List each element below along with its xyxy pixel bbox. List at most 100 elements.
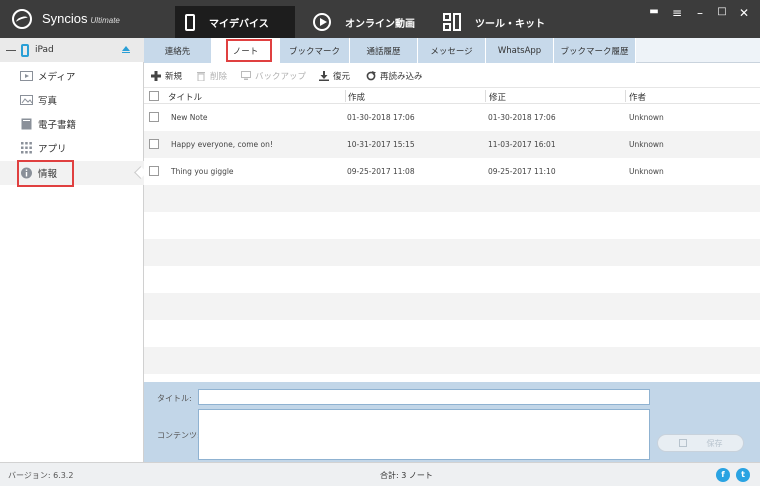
nav-tab-label: オンライン動画 <box>345 18 415 30</box>
empty-row <box>144 266 760 293</box>
note-author: Unknown <box>629 140 664 149</box>
tab-bookmark-history[interactable]: ブックマーク履歴 <box>554 38 636 63</box>
row-checkbox[interactable] <box>149 112 159 122</box>
toolbar: 新規 削除 バックアップ 復元 再読み込み <box>144 64 760 88</box>
sidebar-item-label: アプリ <box>38 144 67 155</box>
sidebar-item-label: 写真 <box>38 96 58 107</box>
sidebar-item-ebook[interactable]: 電子書籍 <box>0 112 144 136</box>
tab-contacts[interactable]: 連絡先 <box>144 38 212 63</box>
tab-label: メッセージ <box>430 46 473 57</box>
facebook-icon[interactable]: f <box>716 468 730 482</box>
reload-button[interactable]: 再読み込み <box>366 69 423 83</box>
message-icon[interactable]: ▬ <box>646 6 662 17</box>
tab-bookmarks[interactable]: ブックマーク <box>280 38 350 63</box>
table-header: タイトル 作成 修正 作者 <box>144 88 760 104</box>
twitter-icon[interactable]: t <box>736 468 750 482</box>
empty-row <box>144 185 760 212</box>
note-modified: 09-25-2017 11:10 <box>488 167 556 176</box>
highlight-box <box>17 160 74 187</box>
device-row[interactable]: iPad <box>0 38 144 62</box>
nav-tab-online-video[interactable]: オンライン動画 <box>305 6 435 38</box>
title-label: タイトル: <box>157 394 192 403</box>
minimize-icon[interactable]: – <box>692 6 708 20</box>
category-tabs: 連絡先 ノート ブックマーク 通話履歴 メッセージ WhatsApp ブックマー… <box>144 38 760 64</box>
app-name-text: Syncios <box>42 11 88 26</box>
syncios-logo-icon <box>12 9 32 29</box>
ipad-icon <box>21 43 29 57</box>
note-created: 09-25-2017 11:08 <box>347 167 415 176</box>
new-label: 新規 <box>165 72 183 82</box>
column-divider <box>625 90 626 102</box>
table-row[interactable]: New Note 01-30-2018 17:06 01-30-2018 17:… <box>144 104 760 131</box>
column-header-title[interactable]: タイトル <box>168 91 202 103</box>
empty-row <box>144 239 760 266</box>
select-all-checkbox[interactable] <box>149 91 159 101</box>
menu-icon[interactable]: ≡ <box>669 6 685 20</box>
save-label: 保存 <box>706 438 723 448</box>
sidebar: iPad メディア 写真 電子書籍 アプリ 情報 <box>0 38 144 462</box>
note-title: New Note <box>171 113 208 122</box>
sidebar-item-photo[interactable]: 写真 <box>0 88 144 112</box>
close-icon[interactable]: ✕ <box>736 6 752 20</box>
tab-label: ブックマーク履歴 <box>560 46 629 57</box>
title-input[interactable] <box>198 389 650 405</box>
sidebar-item-media[interactable]: メディア <box>0 64 144 88</box>
photo-icon <box>20 95 33 105</box>
table-row[interactable]: Thing you giggle 09-25-2017 11:08 09-25-… <box>144 158 760 185</box>
device-name: iPad <box>35 45 54 55</box>
note-editor: タイトル: コンテンツ: 保存 <box>144 382 760 462</box>
notes-table: New Note 01-30-2018 17:06 01-30-2018 17:… <box>144 104 760 382</box>
nav-tab-label: マイデバイス <box>209 18 269 30</box>
new-button[interactable]: 新規 <box>151 69 182 83</box>
column-header-author[interactable]: 作者 <box>629 91 646 103</box>
note-title: Thing you giggle <box>171 167 234 176</box>
restore-button[interactable]: 復元 <box>319 69 350 83</box>
note-created: 10-31-2017 15:15 <box>347 140 415 149</box>
empty-row <box>144 293 760 320</box>
delete-button[interactable]: 削除 <box>196 69 227 83</box>
reload-label: 再読み込み <box>380 72 423 82</box>
toolkit-icon <box>443 13 461 31</box>
empty-row <box>144 320 760 347</box>
tab-call-history[interactable]: 通話履歴 <box>350 38 418 63</box>
content-textarea[interactable] <box>198 409 650 460</box>
nav-tab-label: ツール・キット <box>475 18 545 30</box>
empty-row <box>144 374 760 382</box>
book-icon <box>21 118 32 130</box>
collapse-icon[interactable] <box>6 49 16 51</box>
sidebar-item-label: メディア <box>38 72 76 83</box>
refresh-icon <box>366 71 376 81</box>
restore-label: 復元 <box>333 72 351 82</box>
eject-icon[interactable] <box>122 46 130 53</box>
play-icon <box>313 13 331 31</box>
row-checkbox[interactable] <box>149 166 159 176</box>
tab-label: 通話履歴 <box>366 46 401 57</box>
column-header-modified[interactable]: 修正 <box>489 91 506 103</box>
sidebar-item-label: 電子書籍 <box>38 120 77 131</box>
nav-tab-my-device[interactable]: マイデバイス <box>175 6 295 38</box>
note-modified: 01-30-2018 17:06 <box>488 113 556 122</box>
trash-icon <box>197 72 205 81</box>
total-count: 合計: 3 ノート <box>380 471 433 480</box>
nav-tab-toolkit[interactable]: ツール・キット <box>438 6 568 38</box>
backup-button[interactable]: バックアップ <box>241 69 306 83</box>
backup-label: バックアップ <box>255 72 307 82</box>
tab-messages[interactable]: メッセージ <box>418 38 486 63</box>
table-row[interactable]: Happy everyone, come on! 10-31-2017 15:1… <box>144 131 760 158</box>
maximize-icon[interactable]: □ <box>714 6 730 17</box>
note-modified: 11-03-2017 16:01 <box>488 140 556 149</box>
tab-label: 連絡先 <box>164 46 191 57</box>
save-button[interactable]: 保存 <box>657 434 744 452</box>
content-label: コンテンツ: <box>157 431 200 440</box>
column-header-created[interactable]: 作成 <box>348 91 365 103</box>
tab-whatsapp[interactable]: WhatsApp <box>486 38 554 63</box>
sidebar-item-apps[interactable]: アプリ <box>0 136 144 160</box>
row-checkbox[interactable] <box>149 139 159 149</box>
note-author: Unknown <box>629 167 664 176</box>
title-bar: Syncios Ultimate マイデバイス オンライン動画 ツール・キット ▬… <box>0 0 760 38</box>
note-title: Happy everyone, come on! <box>171 140 273 149</box>
tab-label: WhatsApp <box>497 45 542 56</box>
note-author: Unknown <box>629 113 664 122</box>
column-divider <box>485 90 486 102</box>
status-bar: バージョン: 6.3.2 合計: 3 ノート f t <box>0 462 760 486</box>
